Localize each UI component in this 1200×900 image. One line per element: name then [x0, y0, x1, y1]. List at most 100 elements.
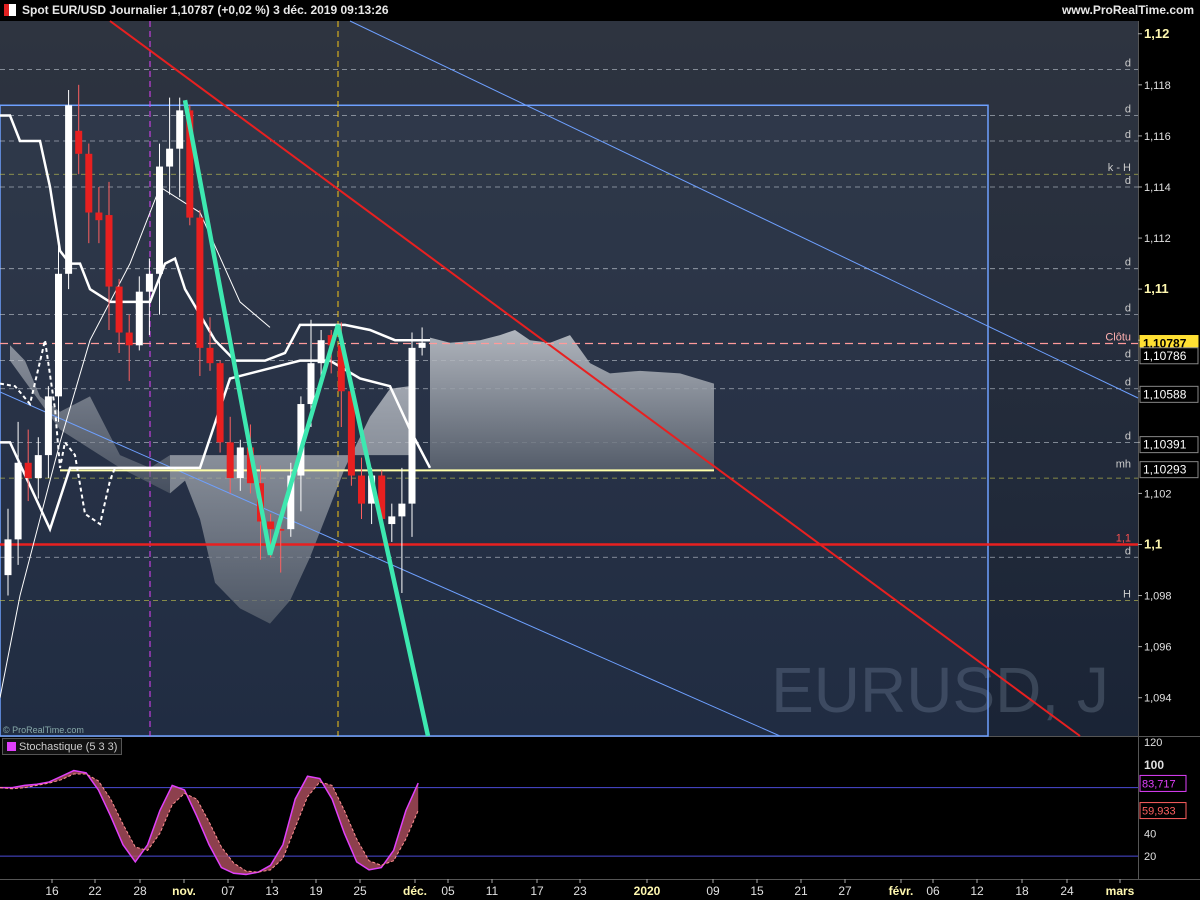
x-tick-label: 21	[794, 884, 808, 898]
price-badge: 1,10786	[1139, 347, 1199, 365]
price-badge: 1,10391	[1139, 436, 1199, 454]
x-tick-label: déc.	[403, 884, 427, 898]
stochastic-tick-label: 20	[1144, 851, 1156, 863]
right-label: d	[1125, 58, 1131, 70]
stochastic-badge: 59,933	[1139, 802, 1187, 820]
candle-body	[166, 148, 174, 167]
right-label: d	[1125, 257, 1131, 269]
price-badge-label: 1,10391	[1143, 438, 1187, 452]
y-tick-label: 1,11	[1144, 281, 1169, 296]
candle-body	[55, 273, 62, 397]
right-label: Clôtu	[1105, 332, 1131, 344]
x-tick-label: 27	[838, 884, 852, 898]
stochastic-swatch-icon	[7, 742, 16, 751]
x-tick-label: 13	[265, 884, 279, 898]
x-tick-label: févr.	[889, 884, 914, 898]
stochastic-tick-label: 100	[1144, 758, 1164, 772]
candle-body	[418, 342, 426, 348]
stochastic-tick-label: 120	[1144, 737, 1162, 749]
right-label: H	[1123, 589, 1131, 601]
candle-body	[85, 153, 93, 213]
right-label: d	[1125, 129, 1131, 141]
x-tick-label: 2020	[634, 884, 661, 898]
x-tick-label: 16	[45, 884, 59, 898]
x-tick-label: nov.	[172, 884, 196, 898]
x-tick-label: 25	[353, 884, 367, 898]
candle-body	[105, 215, 113, 287]
y-tick-label: 1,114	[1144, 182, 1171, 194]
candle-body	[267, 521, 275, 530]
price-badge-label: 1,10293	[1143, 463, 1187, 477]
right-label: mh	[1116, 458, 1131, 470]
stochastic-label: Stochastique (5 3 3)	[19, 740, 118, 753]
candle-body	[196, 217, 204, 348]
candle-body	[34, 455, 42, 479]
candle-body	[398, 503, 406, 517]
candle-body	[4, 539, 12, 576]
price-badge: 1,10588	[1139, 385, 1199, 403]
stochastic-tick-label: 40	[1144, 828, 1156, 840]
candle-body	[176, 110, 184, 149]
candle-body	[358, 475, 365, 504]
right-label: d	[1125, 303, 1131, 315]
y-tick-label: 1,118	[1144, 80, 1171, 92]
candle-body	[206, 347, 214, 364]
x-tick-label: 24	[1060, 884, 1074, 898]
price-chart[interactable]: EURUSD, J1,121,1181,1161,1141,1121,111,1…	[0, 0, 1200, 900]
x-tick-label: 07	[221, 884, 235, 898]
y-tick-label: 1,116	[1144, 131, 1171, 143]
y-tick-label: 1,1	[1144, 536, 1162, 551]
candle-body	[24, 462, 32, 479]
candle-body	[216, 363, 224, 443]
x-tick-label: 06	[926, 884, 940, 898]
candle-body	[135, 291, 143, 346]
x-tick-label: 17	[530, 884, 544, 898]
x-tick-label: 23	[573, 884, 587, 898]
candle-body	[145, 273, 153, 292]
x-tick-label: 28	[133, 884, 147, 898]
right-label: d	[1125, 377, 1131, 389]
right-label: k - H	[1108, 162, 1131, 174]
y-tick-label: 1,096	[1144, 642, 1172, 654]
candle-body	[75, 130, 83, 154]
candle-body	[14, 462, 22, 540]
price-badge-label: 1,10588	[1143, 387, 1187, 401]
right-label: d	[1125, 430, 1131, 442]
x-tick-label: 19	[309, 884, 323, 898]
x-tick-label: mars	[1106, 884, 1135, 898]
stochastic-badge-label: 83,717	[1142, 778, 1176, 790]
candle-body	[388, 516, 396, 525]
candle-body	[408, 347, 416, 504]
candle-body	[115, 286, 123, 333]
price-badge-label: 1,10786	[1143, 349, 1187, 363]
candle-body	[44, 396, 52, 456]
candle-body	[307, 363, 315, 405]
candle-body	[317, 340, 325, 364]
candle-body	[156, 166, 163, 274]
candle-body	[236, 447, 244, 479]
right-label: d	[1125, 545, 1131, 557]
candle-body	[65, 105, 73, 274]
x-tick-label: 12	[970, 884, 984, 898]
y-tick-label: 1,094	[1144, 693, 1172, 705]
price-badge: 1,10293	[1139, 461, 1199, 479]
right-label: 1,1	[1116, 532, 1131, 544]
candle-body	[95, 212, 103, 221]
x-tick-label: 05	[441, 884, 455, 898]
copyright-watermark: © ProRealTime.com	[3, 725, 84, 735]
candle-body	[226, 442, 234, 479]
y-tick-label: 1,112	[1144, 233, 1171, 245]
y-tick-label: 1,12	[1144, 26, 1169, 41]
x-tick-label: 18	[1015, 884, 1029, 898]
x-tick-label: 11	[486, 884, 499, 898]
y-tick-label: 1,102	[1144, 488, 1172, 500]
y-tick-label: 1,098	[1144, 591, 1172, 603]
stochastic-legend[interactable]: Stochastique (5 3 3)	[2, 738, 123, 755]
candle-body	[125, 332, 133, 346]
x-tick-label: 22	[88, 884, 102, 898]
x-tick-label: 15	[750, 884, 764, 898]
right-label: d	[1125, 103, 1131, 115]
right-label: d	[1125, 175, 1131, 187]
x-tick-label: 09	[706, 884, 720, 898]
right-label: d	[1125, 349, 1131, 361]
